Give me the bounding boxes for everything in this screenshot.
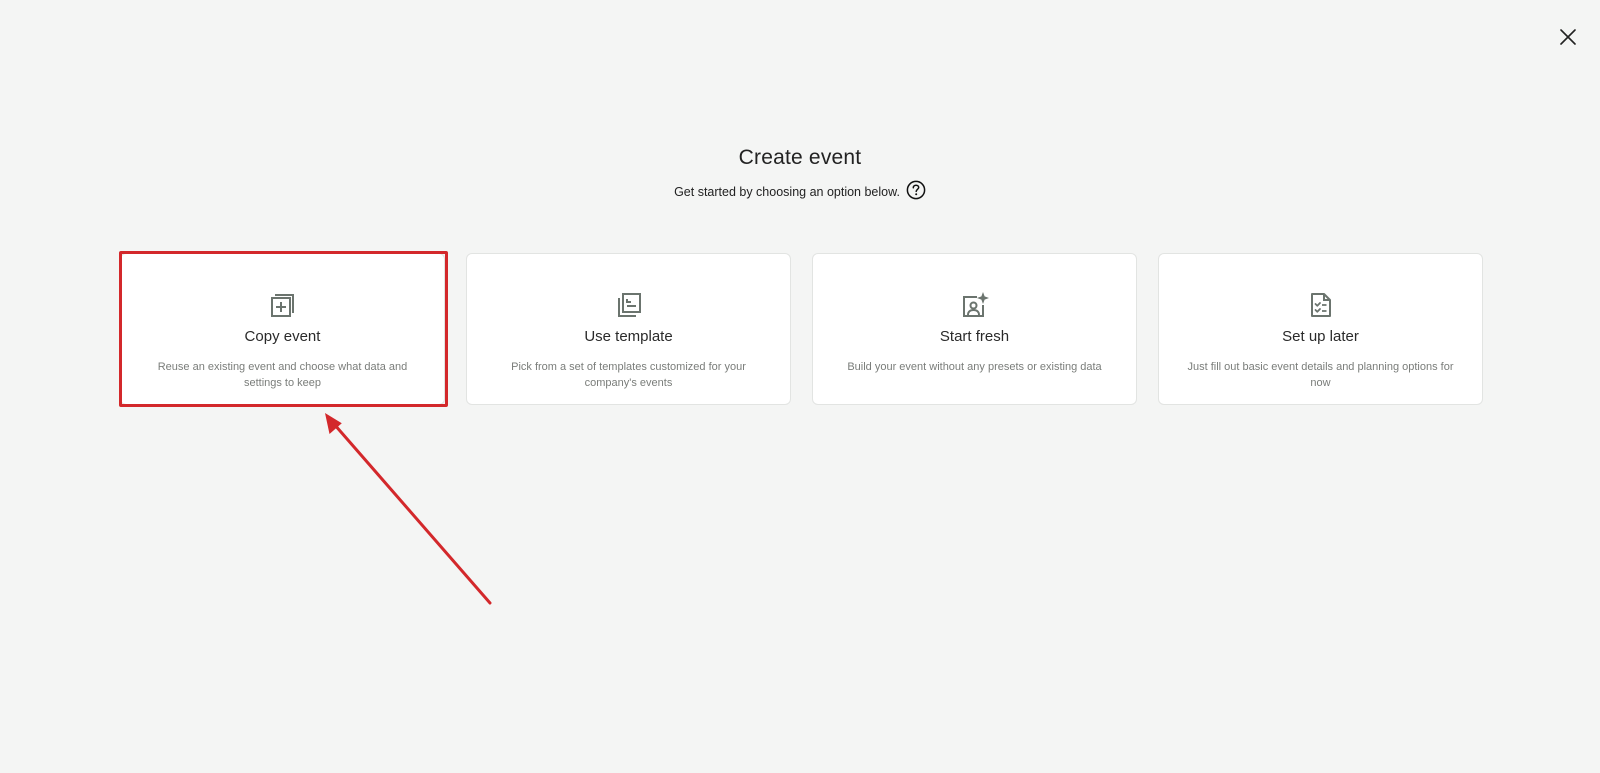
card-title: Set up later	[1282, 328, 1359, 345]
close-icon	[1560, 29, 1576, 45]
help-icon[interactable]	[906, 180, 926, 200]
close-button[interactable]	[1555, 24, 1581, 50]
card-title: Use template	[584, 328, 673, 345]
option-cards: Copy event Reuse an existing event and c…	[120, 253, 1483, 405]
template-icon	[615, 291, 643, 319]
card-title: Start fresh	[939, 328, 1010, 345]
subtitle: Get started by choosing an option below.	[674, 185, 900, 199]
copy-event-card[interactable]: Copy event Reuse an existing event and c…	[120, 253, 445, 405]
set-up-later-card[interactable]: Set up later Just fill out basic event d…	[1158, 253, 1483, 405]
checklist-document-icon	[1307, 291, 1335, 319]
card-description: Pick from a set of templates customized …	[511, 361, 746, 389]
card-title: Copy event	[244, 328, 321, 345]
use-template-card[interactable]: Use template Pick from a set of template…	[466, 253, 791, 405]
card-description: Build your event without any presets or …	[847, 361, 1102, 373]
portrait-sparkle-icon	[961, 291, 989, 319]
start-fresh-card[interactable]: Start fresh Build your event without any…	[812, 253, 1137, 405]
card-description: Reuse an existing event and choose what …	[157, 361, 408, 389]
subtitle-row: Get started by choosing an option below.	[0, 180, 1600, 200]
page-title: Create event	[738, 146, 862, 169]
card-description: Just fill out basic event details and pl…	[1187, 361, 1454, 389]
copy-plus-icon	[269, 291, 297, 319]
